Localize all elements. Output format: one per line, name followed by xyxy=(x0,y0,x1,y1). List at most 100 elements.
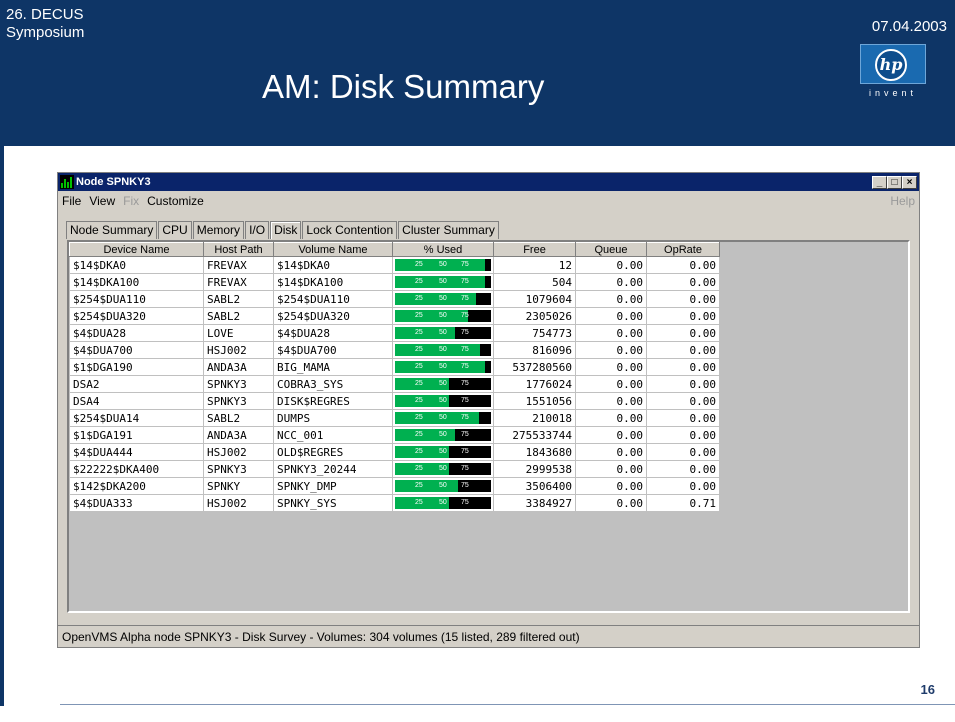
table-row[interactable]: $14$DKA100 FREVAX $14$DKA100 25 50 75 504 0.00 0… xyxy=(69,273,720,291)
cell-device-name: $4$DUA333 xyxy=(69,494,204,512)
usage-bar-tick-label: 25 xyxy=(415,261,423,268)
menu-fix[interactable]: Fix xyxy=(123,194,139,208)
tab-io[interactable]: I/O xyxy=(245,221,270,239)
cell-host-path: HSJ002 xyxy=(203,494,274,512)
usage-bar-tick-label: 50 xyxy=(439,278,447,285)
usage-bar: 25 50 75 xyxy=(395,293,491,305)
usage-bar-ticks: 25 50 75 xyxy=(395,293,491,305)
cell-oprate: 0.00 xyxy=(646,307,720,325)
table-row[interactable]: $1$DGA191 ANDA3A NCC_001 25 50 75 275533744 0.0… xyxy=(69,426,720,444)
col-device-name[interactable]: Device Name xyxy=(69,242,204,257)
table-row[interactable]: $254$DUA14 SABL2 DUMPS 25 50 75 210018 0.00 0.00 xyxy=(69,409,720,427)
usage-bar-ticks: 25 50 75 xyxy=(395,395,491,407)
table-row[interactable]: $4$DUA333 HSJ002 SPNKY_SYS 25 50 75 3384927 0.0… xyxy=(69,494,720,512)
cell-free: 12 xyxy=(493,256,576,274)
usage-bar-tick-label: 50 xyxy=(439,465,447,472)
cell-queue: 0.00 xyxy=(575,426,647,444)
tab-node-summary[interactable]: Node Summary xyxy=(66,221,158,239)
tab-cpu[interactable]: CPU xyxy=(158,221,192,239)
cell-oprate: 0.00 xyxy=(646,290,720,308)
table-row[interactable]: $4$DUA700 HSJ002 $4$DUA700 25 50 75 816096 0.00… xyxy=(69,341,720,359)
table-row[interactable]: $254$DUA110 SABL2 $254$DUA110 25 50 75 1079604… xyxy=(69,290,720,308)
tab-memory[interactable]: Memory xyxy=(192,221,245,239)
usage-bar-tick-label: 25 xyxy=(415,346,423,353)
minimize-button[interactable]: _ xyxy=(872,175,887,189)
usage-bar-tick-label: 25 xyxy=(415,329,423,336)
page-number: 16 xyxy=(920,682,935,697)
menu-bar: File View Fix Customize Help xyxy=(58,191,919,211)
usage-bar-tick-label: 75 xyxy=(461,261,469,268)
cell-host-path: SPNKY xyxy=(203,477,274,495)
cell-queue: 0.00 xyxy=(575,290,647,308)
close-button[interactable]: × xyxy=(902,175,917,189)
col-queue[interactable]: Queue xyxy=(575,242,647,257)
usage-bar-tick-label: 50 xyxy=(439,380,447,387)
cell-free: 3384927 xyxy=(493,494,576,512)
cell-oprate: 0.00 xyxy=(646,256,720,274)
table-header-row: Device Name Host Path Volume Name % Used… xyxy=(69,242,720,257)
cell-volume-name: SPNKY_SYS xyxy=(273,494,393,512)
table-row[interactable]: DSA4 SPNKY3 DISK$REGRES 25 50 75 1551056 0.00 0.… xyxy=(69,392,720,410)
disk-table-area[interactable]: Device Name Host Path Volume Name % Used… xyxy=(67,240,910,613)
cell-volume-name: DUMPS xyxy=(273,409,393,427)
cell-device-name: DSA4 xyxy=(69,392,204,410)
table-row[interactable]: $4$DUA444 HSJ002 OLD$REGRES 25 50 75 1843680 0.… xyxy=(69,443,720,461)
table-row[interactable]: $4$DUA28 LOVE $4$DUA28 25 50 75 754773 0.00 0.00 xyxy=(69,324,720,342)
menu-help[interactable]: Help xyxy=(890,194,915,208)
table-row[interactable]: DSA2 SPNKY3 COBRA3_SYS 25 50 75 1776024 0.00 0.0… xyxy=(69,375,720,393)
table-row[interactable]: $142$DKA200 SPNKY SPNKY_DMP 25 50 75 3506400 0.… xyxy=(69,477,720,495)
cell-host-path: SPNKY3 xyxy=(203,392,274,410)
usage-bar-tick-label: 50 xyxy=(439,499,447,506)
usage-bar: 25 50 75 xyxy=(395,276,491,288)
tab-lock-contention[interactable]: Lock Contention xyxy=(302,221,398,239)
col-percent-used[interactable]: % Used xyxy=(392,242,494,257)
usage-bar-tick-label: 75 xyxy=(461,465,469,472)
cell-queue: 0.00 xyxy=(575,307,647,325)
tab-disk[interactable]: Disk xyxy=(270,221,302,239)
cell-percent-used: 25 50 75 xyxy=(392,324,494,342)
usage-bar-tick-label: 75 xyxy=(461,499,469,506)
table-row[interactable]: $254$DUA320 SABL2 $254$DUA320 25 50 75 2305026… xyxy=(69,307,720,325)
cell-device-name: $14$DKA0 xyxy=(69,256,204,274)
usage-bar-ticks: 25 50 75 xyxy=(395,378,491,390)
usage-bar-ticks: 25 50 75 xyxy=(395,463,491,475)
menu-file[interactable]: File xyxy=(62,194,81,208)
usage-bar: 25 50 75 xyxy=(395,480,491,492)
table-row[interactable]: $14$DKA0 FREVAX $14$DKA0 25 50 75 12 0.00 0.00 xyxy=(69,256,720,274)
cell-device-name: $254$DUA110 xyxy=(69,290,204,308)
footer-divider xyxy=(60,704,955,705)
window-titlebar[interactable]: Node SPNKY3 _ □ × xyxy=(58,173,919,191)
cell-queue: 0.00 xyxy=(575,256,647,274)
menu-view[interactable]: View xyxy=(89,194,115,208)
usage-bar-ticks: 25 50 75 xyxy=(395,310,491,322)
table-row[interactable]: $1$DGA190 ANDA3A BIG_MAMA 25 50 75 537280560 0.… xyxy=(69,358,720,376)
col-volume-name[interactable]: Volume Name xyxy=(273,242,393,257)
usage-bar-tick-label: 75 xyxy=(461,482,469,489)
usage-bar-tick-label: 50 xyxy=(439,346,447,353)
cell-queue: 0.00 xyxy=(575,460,647,478)
usage-bar-ticks: 25 50 75 xyxy=(395,480,491,492)
cell-percent-used: 25 50 75 xyxy=(392,477,494,495)
cell-queue: 0.00 xyxy=(575,341,647,359)
cell-device-name: $22222$DKA400 xyxy=(69,460,204,478)
col-oprate[interactable]: OpRate xyxy=(646,242,720,257)
cell-host-path: ANDA3A xyxy=(203,426,274,444)
cell-free: 1551056 xyxy=(493,392,576,410)
cell-percent-used: 25 50 75 xyxy=(392,273,494,291)
cell-volume-name: OLD$REGRES xyxy=(273,443,393,461)
col-host-path[interactable]: Host Path xyxy=(203,242,274,257)
usage-bar-tick-label: 25 xyxy=(415,448,423,455)
cell-volume-name: $4$DUA28 xyxy=(273,324,393,342)
status-bar: OpenVMS Alpha node SPNKY3 - Disk Survey … xyxy=(58,625,919,647)
usage-bar: 25 50 75 xyxy=(395,327,491,339)
cell-device-name: $1$DGA190 xyxy=(69,358,204,376)
tab-cluster-summary[interactable]: Cluster Summary xyxy=(398,221,499,239)
cell-queue: 0.00 xyxy=(575,273,647,291)
col-free[interactable]: Free xyxy=(493,242,576,257)
usage-bar: 25 50 75 xyxy=(395,412,491,424)
cell-device-name: $254$DUA320 xyxy=(69,307,204,325)
table-row[interactable]: $22222$DKA400 SPNKY3 SPNKY3_20244 25 50 75 299… xyxy=(69,460,720,478)
menu-customize[interactable]: Customize xyxy=(147,194,204,208)
maximize-button[interactable]: □ xyxy=(887,175,902,189)
cell-percent-used: 25 50 75 xyxy=(392,409,494,427)
